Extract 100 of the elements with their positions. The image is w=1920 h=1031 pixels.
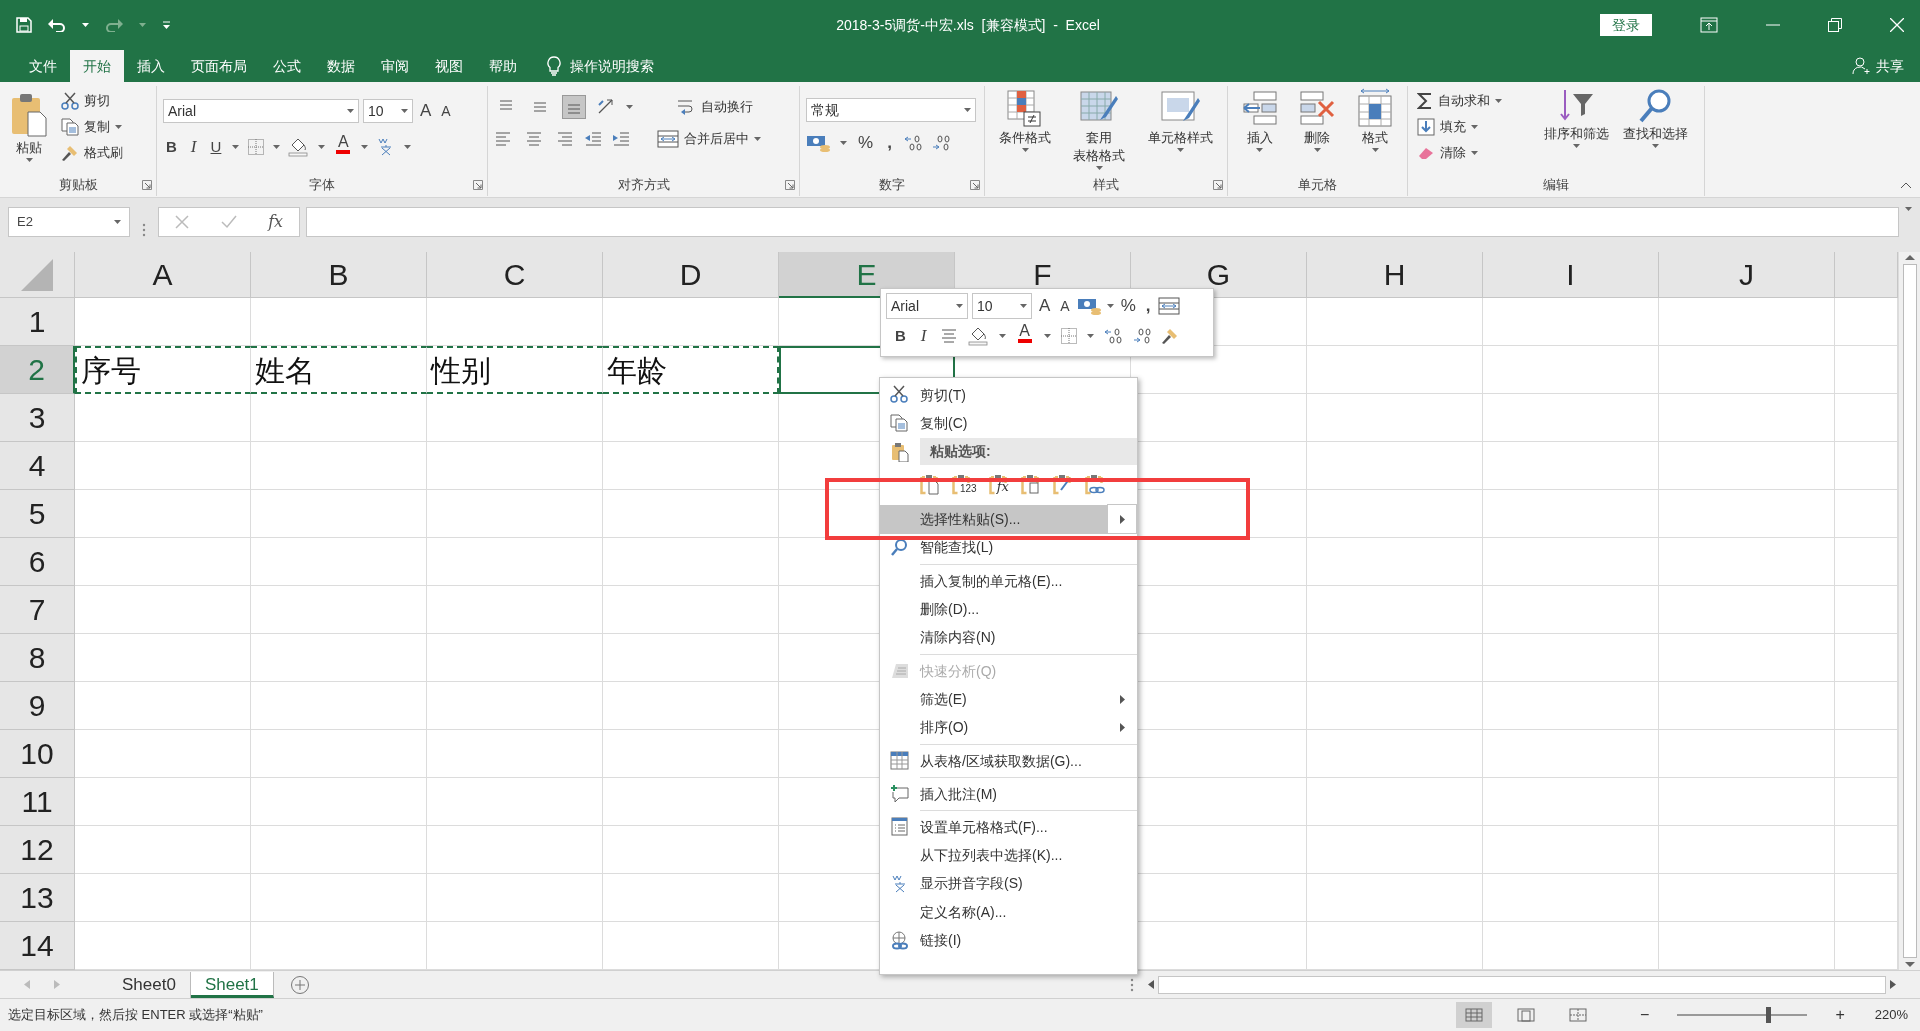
empty-cell[interactable] xyxy=(1307,394,1483,442)
align-center-icon[interactable] xyxy=(524,130,544,148)
paste-option-button[interactable] xyxy=(1084,474,1105,496)
empty-cell[interactable] xyxy=(427,586,603,634)
italic-button[interactable]: I xyxy=(917,323,930,349)
menu-item[interactable]: 删除(D)... xyxy=(880,595,1137,624)
empty-cell[interactable] xyxy=(1483,346,1659,394)
scroll-down-icon[interactable] xyxy=(1904,962,1915,968)
fill-button[interactable]: 填充 xyxy=(1414,114,1534,140)
empty-cell[interactable] xyxy=(1307,826,1483,874)
column-header[interactable]: J xyxy=(1659,252,1835,298)
caret-icon[interactable] xyxy=(1043,334,1051,338)
dialog-launcher-icon[interactable] xyxy=(1213,180,1223,190)
empty-cell[interactable] xyxy=(251,538,427,586)
name-box[interactable]: E2 xyxy=(8,207,130,237)
decrease-indent-icon[interactable] xyxy=(584,131,602,147)
caret-icon[interactable] xyxy=(1471,125,1478,129)
empty-cell[interactable] xyxy=(427,394,603,442)
empty-cell[interactable] xyxy=(1483,730,1659,778)
merge-icon[interactable] xyxy=(1157,297,1180,315)
column-header[interactable]: I xyxy=(1483,252,1659,298)
empty-cell[interactable] xyxy=(1307,538,1483,586)
empty-cell[interactable] xyxy=(1659,778,1835,826)
ribbon-tab[interactable]: 插入 xyxy=(124,50,178,82)
ribbon-tab[interactable]: 开始 xyxy=(70,50,124,82)
empty-cell[interactable] xyxy=(1659,538,1835,586)
empty-cell[interactable] xyxy=(251,682,427,730)
row-header[interactable]: 1 xyxy=(0,298,75,346)
menu-item[interactable]: 从下拉列表中选择(K)... xyxy=(880,841,1137,870)
empty-cell[interactable] xyxy=(1659,730,1835,778)
caret-icon[interactable] xyxy=(1020,304,1027,308)
column-header[interactable]: D xyxy=(603,252,779,298)
login-button[interactable]: 登录 xyxy=(1600,14,1652,36)
menu-item[interactable]: 清除内容(N) xyxy=(880,623,1137,652)
paste-button[interactable]: 粘贴 xyxy=(6,88,52,174)
close-icon[interactable] xyxy=(1890,18,1904,32)
row-header[interactable]: 13 xyxy=(0,874,75,922)
caret-icon[interactable] xyxy=(1371,148,1379,152)
empty-cell[interactable] xyxy=(251,634,427,682)
empty-cell[interactable] xyxy=(603,874,779,922)
menu-item[interactable]: 复制(C) xyxy=(880,409,1137,438)
empty-cell[interactable] xyxy=(1307,874,1483,922)
caret-icon[interactable] xyxy=(1471,151,1478,155)
row-header[interactable]: 10 xyxy=(0,730,75,778)
dialog-launcher-icon[interactable] xyxy=(473,180,483,190)
scroll-right-icon[interactable] xyxy=(1890,980,1896,989)
decrease-decimal-icon[interactable] xyxy=(1131,327,1152,345)
increase-decimal-icon[interactable] xyxy=(1102,327,1123,345)
caret-icon[interactable] xyxy=(1176,148,1184,152)
brush-icon[interactable] xyxy=(1160,327,1179,345)
empty-cell[interactable] xyxy=(251,490,427,538)
decrease-decimal-icon[interactable] xyxy=(930,134,951,152)
caret-icon[interactable] xyxy=(1573,144,1580,148)
empty-cell[interactable] xyxy=(1483,826,1659,874)
font-size-dropdown[interactable]: 10 xyxy=(363,99,413,123)
empty-cell[interactable] xyxy=(1483,874,1659,922)
caret-icon[interactable] xyxy=(1314,148,1321,152)
empty-cell[interactable] xyxy=(427,298,603,346)
caret-icon[interactable] xyxy=(232,145,240,149)
column-header[interactable]: C xyxy=(427,252,603,298)
caret-icon[interactable] xyxy=(1905,207,1912,211)
bold-button[interactable]: B xyxy=(163,134,180,160)
empty-cell[interactable] xyxy=(1659,682,1835,730)
empty-cell[interactable] xyxy=(427,634,603,682)
empty-cell[interactable] xyxy=(1835,826,1898,874)
row-header[interactable]: 5 xyxy=(0,490,75,538)
empty-cell[interactable] xyxy=(603,682,779,730)
formula-input[interactable] xyxy=(306,207,1899,237)
empty-cell[interactable] xyxy=(1835,394,1898,442)
zoom-out-button[interactable]: − xyxy=(1636,1003,1654,1027)
share-button[interactable]: 共享 xyxy=(1876,55,1904,77)
bold-button[interactable]: B xyxy=(892,323,909,349)
row-header[interactable]: 2 xyxy=(0,346,75,394)
insert-cells-button[interactable]: 插入 xyxy=(1235,88,1284,174)
empty-cell[interactable] xyxy=(427,730,603,778)
caret-icon[interactable] xyxy=(139,23,146,27)
font-name-dropdown[interactable]: Arial xyxy=(163,99,359,123)
shrink-font-button[interactable]: A xyxy=(438,98,454,124)
find-select-button[interactable]: 查找和选择 xyxy=(1619,88,1692,174)
ribbon-tab[interactable]: 文件 xyxy=(16,50,70,82)
caret-icon[interactable] xyxy=(1106,304,1114,308)
empty-cell[interactable] xyxy=(427,538,603,586)
empty-cell[interactable] xyxy=(603,730,779,778)
font-name-dropdown[interactable]: Arial xyxy=(886,293,968,319)
caret-icon[interactable] xyxy=(1495,99,1502,103)
caret-icon[interactable] xyxy=(115,125,122,129)
increase-indent-icon[interactable] xyxy=(612,131,630,147)
empty-cell[interactable] xyxy=(1835,778,1898,826)
caret-icon[interactable] xyxy=(1256,148,1264,152)
caret-icon[interactable] xyxy=(754,137,761,141)
empty-cell[interactable] xyxy=(1659,394,1835,442)
row-header[interactable]: 12 xyxy=(0,826,75,874)
collapse-ribbon-icon[interactable] xyxy=(1900,182,1912,189)
scroll-up-icon[interactable] xyxy=(1904,254,1915,260)
empty-cell[interactable] xyxy=(1307,634,1483,682)
menu-item[interactable]: 剪切(T) xyxy=(880,381,1137,410)
caret-icon[interactable] xyxy=(273,145,281,149)
insert-function-button[interactable]: fx xyxy=(268,210,284,234)
empty-cell[interactable] xyxy=(1483,394,1659,442)
caret-icon[interactable] xyxy=(626,105,633,109)
